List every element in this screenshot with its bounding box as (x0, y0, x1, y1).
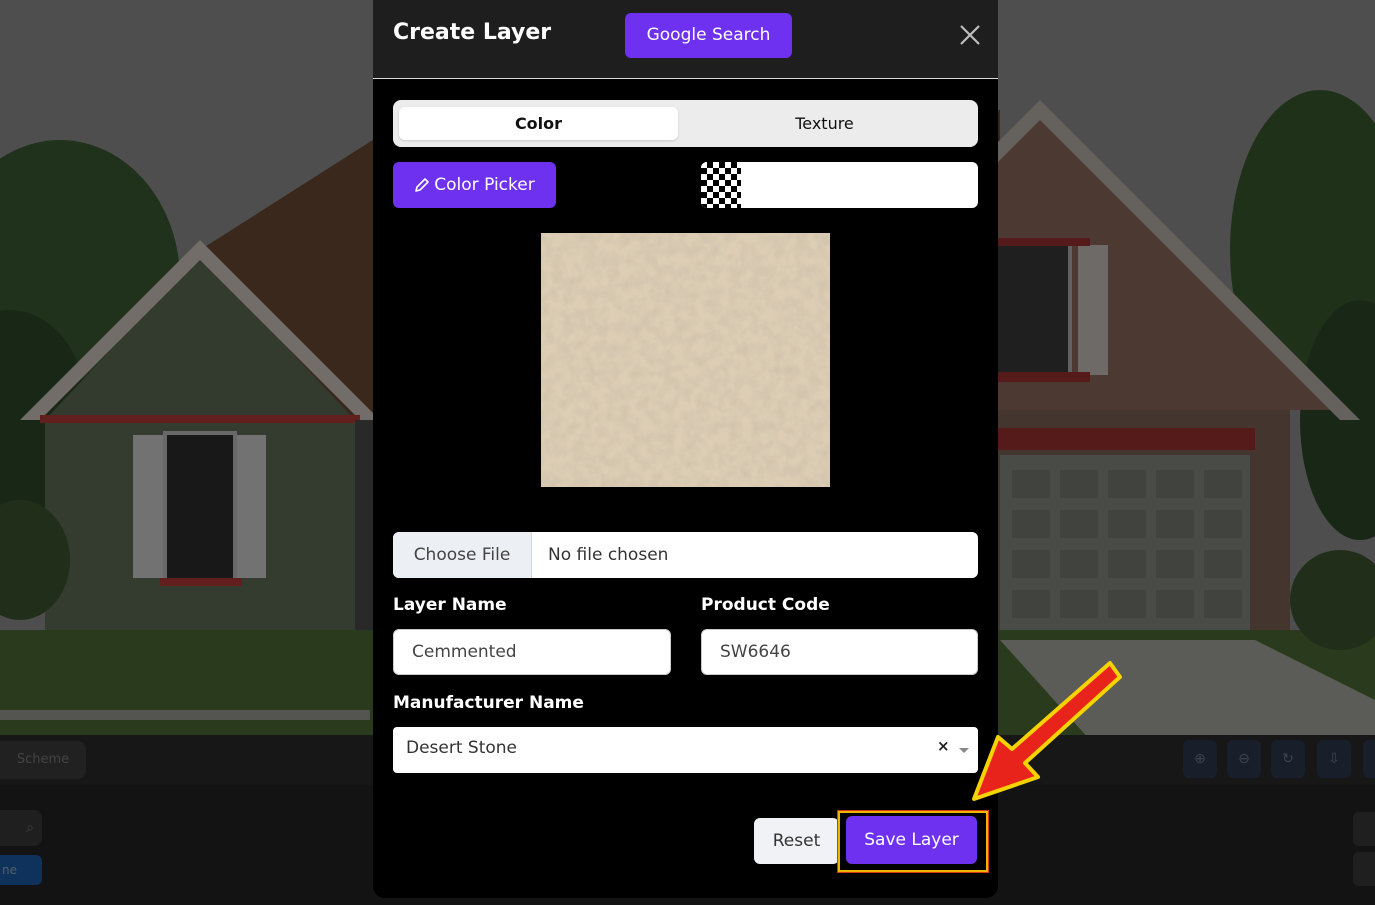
chevron-down-icon[interactable] (959, 748, 969, 753)
tab-color[interactable]: Color (399, 107, 678, 140)
manufacturer-selected-value: Desert Stone (406, 738, 518, 758)
modal-header: Create Layer Google Search (373, 0, 998, 79)
file-upload-input[interactable]: Choose File No file chosen (393, 532, 978, 578)
product-code-input[interactable]: SW6646 (701, 629, 978, 675)
save-layer-button[interactable]: Save Layer (846, 816, 977, 864)
close-icon[interactable] (957, 22, 983, 48)
google-search-button[interactable]: Google Search (625, 13, 792, 58)
reset-button[interactable]: Reset (754, 818, 839, 864)
layer-name-input[interactable]: Cemmented (393, 629, 671, 675)
file-status-text: No file chosen (548, 545, 669, 565)
color-picker-button[interactable]: Color Picker (393, 162, 556, 208)
modal-title: Create Layer (393, 20, 552, 45)
manufacturer-name-label: Manufacturer Name (393, 693, 584, 713)
layer-type-tabs: Color Texture (393, 100, 978, 147)
product-code-label: Product Code (701, 595, 830, 615)
layer-name-label: Layer Name (393, 595, 507, 615)
pencil-icon (415, 178, 430, 192)
texture-preview-image (541, 233, 830, 487)
color-picker-label: Color Picker (434, 175, 535, 195)
clear-selection-icon[interactable]: × (937, 737, 950, 755)
annotation-arrow-icon (972, 661, 1122, 801)
choose-file-button[interactable]: Choose File (393, 532, 532, 578)
create-layer-modal: Create Layer Google Search Color Texture… (373, 0, 998, 898)
transparency-swatch (701, 162, 741, 208)
manufacturer-select[interactable]: Desert Stone × (393, 727, 978, 773)
tab-texture[interactable]: Texture (685, 107, 964, 140)
color-value-field[interactable] (701, 162, 978, 208)
